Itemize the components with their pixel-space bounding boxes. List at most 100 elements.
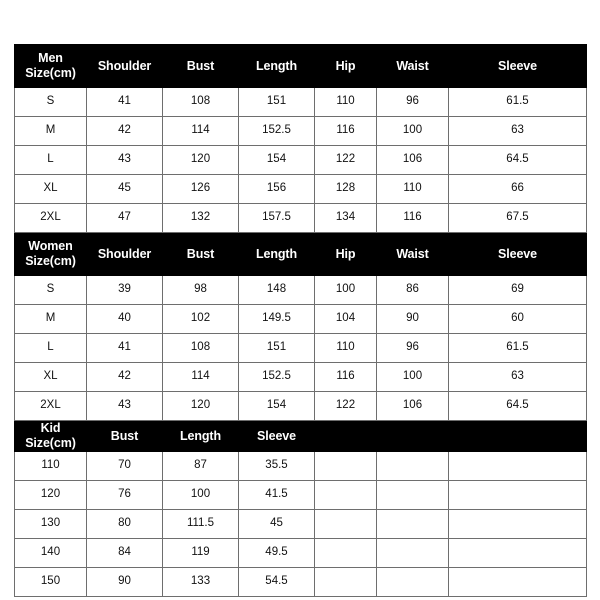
cell-size: M [14, 116, 87, 146]
cell-shoulder: 41 [86, 333, 163, 363]
kid-header-length: Length [162, 420, 239, 452]
cell-length: 148 [238, 275, 315, 305]
table-row: 120 76 100 41.5 [14, 480, 587, 510]
cell-bust: 70 [86, 451, 163, 481]
cell-bust: 114 [162, 362, 239, 392]
cell-size: L [14, 145, 87, 175]
cell-hip: 122 [314, 145, 377, 175]
cell-hip: 116 [314, 362, 377, 392]
women-header-size: Women Size(cm) [14, 232, 87, 276]
cell-waist: 110 [376, 174, 449, 204]
cell-size: 150 [14, 567, 87, 597]
cell-sleeve: 67.5 [448, 203, 587, 233]
kid-header-blank-2 [376, 420, 449, 452]
cell-waist: 96 [376, 333, 449, 363]
cell-empty [314, 509, 377, 539]
cell-shoulder: 42 [86, 362, 163, 392]
men-header-bust: Bust [162, 44, 239, 88]
kid-header-row: Kid Size(cm) Bust Length Sleeve [14, 420, 587, 452]
men-header-waist: Waist [376, 44, 449, 88]
women-header-bust: Bust [162, 232, 239, 276]
cell-waist: 100 [376, 362, 449, 392]
cell-shoulder: 39 [86, 275, 163, 305]
table-row: 130 80 111.5 45 [14, 509, 587, 539]
cell-empty [448, 451, 587, 481]
table-row: 2XL 47 132 157.5 134 116 67.5 [14, 203, 587, 233]
cell-length: 156 [238, 174, 315, 204]
cell-shoulder: 42 [86, 116, 163, 146]
cell-size: XL [14, 362, 87, 392]
size-chart: Men Size(cm) Shoulder Bust Length Hip Wa… [14, 44, 587, 597]
table-row: M 42 114 152.5 116 100 63 [14, 116, 587, 146]
cell-sleeve: 63 [448, 362, 587, 392]
cell-bust: 102 [162, 304, 239, 334]
cell-bust: 120 [162, 145, 239, 175]
cell-size: 2XL [14, 203, 87, 233]
men-header-shoulder: Shoulder [86, 44, 163, 88]
cell-empty [314, 451, 377, 481]
table-row: XL 42 114 152.5 116 100 63 [14, 362, 587, 392]
cell-bust: 132 [162, 203, 239, 233]
cell-sleeve: 63 [448, 116, 587, 146]
cell-shoulder: 41 [86, 87, 163, 117]
kid-header-size: Kid Size(cm) [14, 420, 87, 452]
cell-sleeve: 60 [448, 304, 587, 334]
cell-empty [448, 567, 587, 597]
cell-waist: 90 [376, 304, 449, 334]
cell-empty [448, 480, 587, 510]
cell-size: XL [14, 174, 87, 204]
cell-length: 119 [162, 538, 239, 568]
cell-size: S [14, 275, 87, 305]
cell-bust: 80 [86, 509, 163, 539]
cell-bust: 108 [162, 333, 239, 363]
cell-bust: 126 [162, 174, 239, 204]
cell-hip: 100 [314, 275, 377, 305]
cell-bust: 84 [86, 538, 163, 568]
table-row: 140 84 119 49.5 [14, 538, 587, 568]
cell-sleeve: 61.5 [448, 333, 587, 363]
cell-sleeve: 41.5 [238, 480, 315, 510]
table-row: S 41 108 151 110 96 61.5 [14, 87, 587, 117]
cell-size: 120 [14, 480, 87, 510]
cell-bust: 114 [162, 116, 239, 146]
women-header-waist: Waist [376, 232, 449, 276]
table-row: M 40 102 149.5 104 90 60 [14, 304, 587, 334]
cell-bust: 120 [162, 391, 239, 421]
cell-size: 140 [14, 538, 87, 568]
cell-sleeve: 49.5 [238, 538, 315, 568]
kid-header-blank-3 [448, 420, 587, 452]
cell-shoulder: 45 [86, 174, 163, 204]
cell-bust: 98 [162, 275, 239, 305]
cell-shoulder: 43 [86, 145, 163, 175]
men-header-length: Length [238, 44, 315, 88]
cell-sleeve: 45 [238, 509, 315, 539]
cell-empty [376, 480, 449, 510]
cell-bust: 76 [86, 480, 163, 510]
cell-empty [376, 538, 449, 568]
table-row: 150 90 133 54.5 [14, 567, 587, 597]
cell-sleeve: 54.5 [238, 567, 315, 597]
cell-hip: 110 [314, 87, 377, 117]
cell-waist: 116 [376, 203, 449, 233]
women-header-row: Women Size(cm) Shoulder Bust Length Hip … [14, 232, 587, 276]
cell-hip: 122 [314, 391, 377, 421]
cell-hip: 128 [314, 174, 377, 204]
cell-empty [376, 451, 449, 481]
men-header-row: Men Size(cm) Shoulder Bust Length Hip Wa… [14, 44, 587, 88]
women-header-shoulder: Shoulder [86, 232, 163, 276]
women-header-sleeve: Sleeve [448, 232, 587, 276]
cell-empty [376, 567, 449, 597]
cell-length: 154 [238, 145, 315, 175]
table-row: XL 45 126 156 128 110 66 [14, 174, 587, 204]
cell-size: 110 [14, 451, 87, 481]
cell-waist: 86 [376, 275, 449, 305]
men-header-hip: Hip [314, 44, 377, 88]
table-row: L 41 108 151 110 96 61.5 [14, 333, 587, 363]
men-header-size: Men Size(cm) [14, 44, 87, 88]
cell-bust: 90 [86, 567, 163, 597]
cell-shoulder: 40 [86, 304, 163, 334]
table-row: L 43 120 154 122 106 64.5 [14, 145, 587, 175]
cell-length: 157.5 [238, 203, 315, 233]
cell-length: 151 [238, 333, 315, 363]
kid-header-bust: Bust [86, 420, 163, 452]
